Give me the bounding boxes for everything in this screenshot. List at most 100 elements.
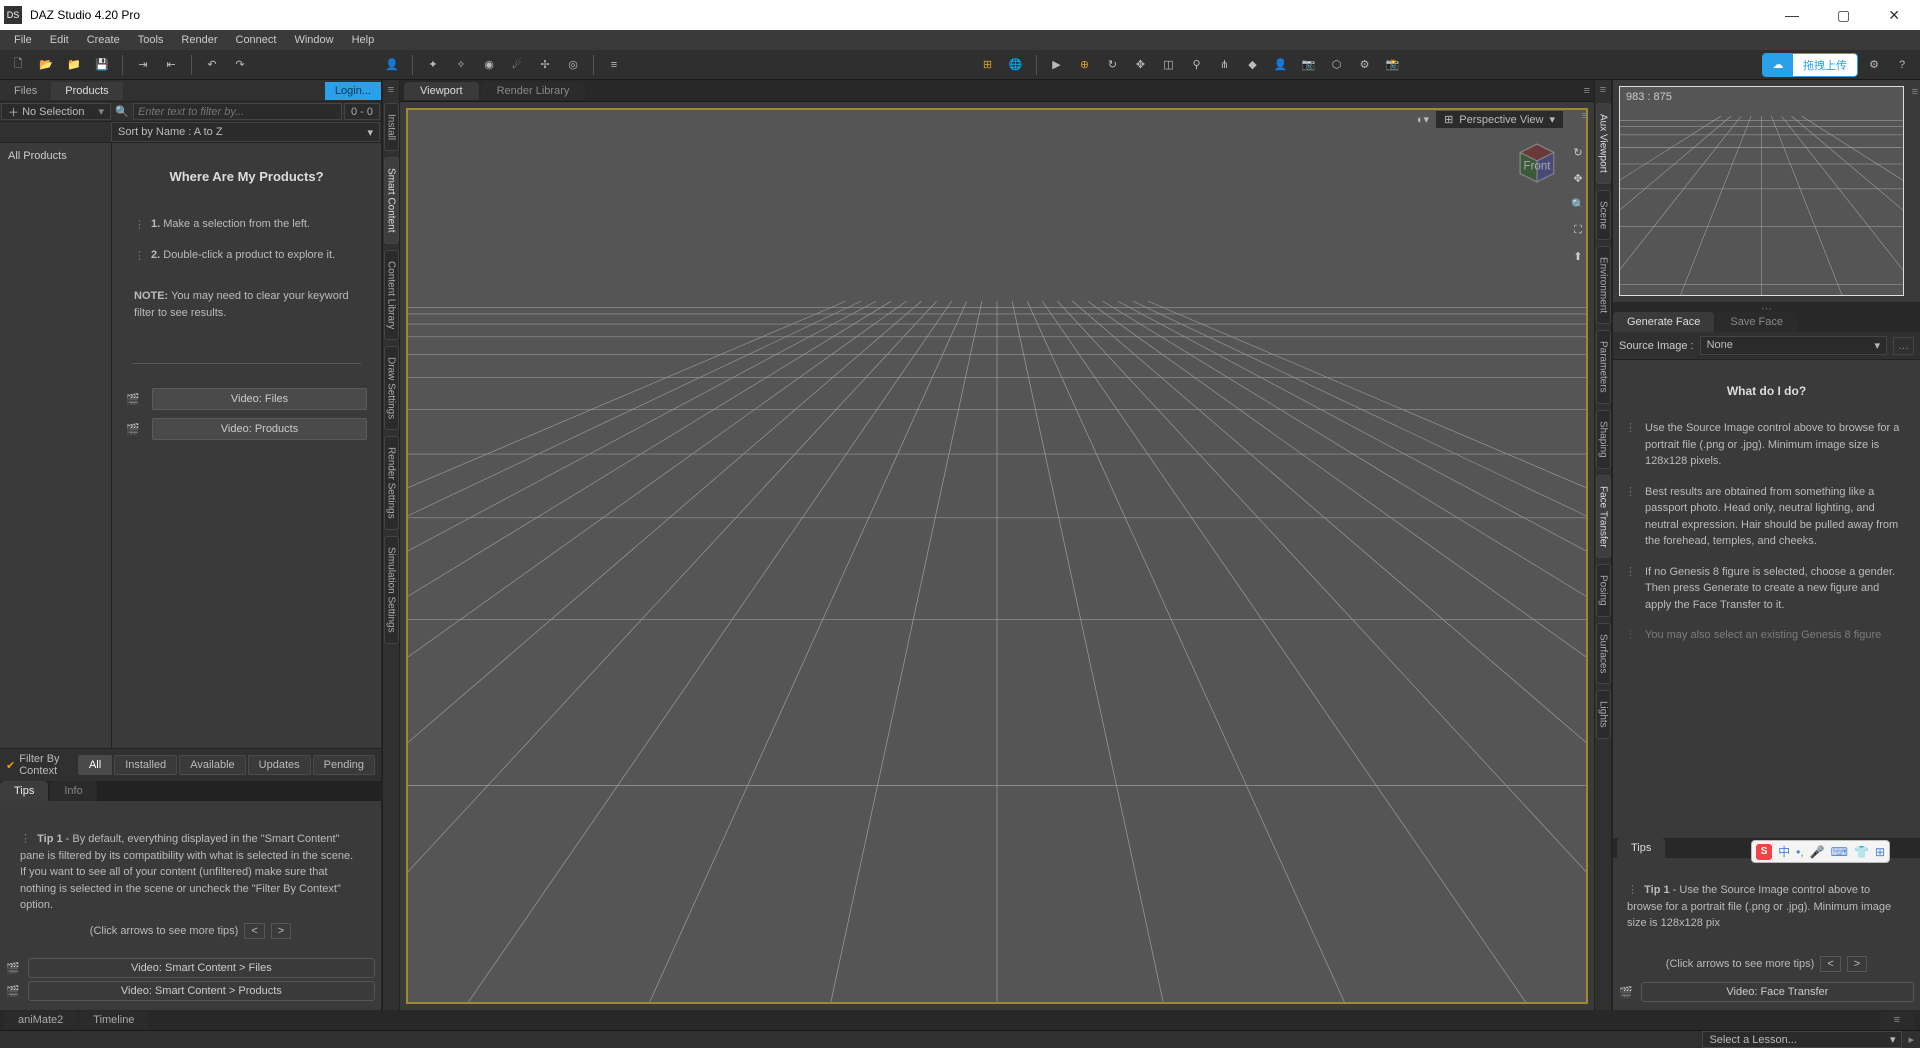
figure-icon[interactable]: 👤	[380, 53, 404, 77]
menu-file[interactable]: File	[6, 32, 40, 48]
frame-icon[interactable]: ⛶	[1568, 220, 1588, 240]
grid-snap-icon[interactable]: ⊞	[976, 53, 1000, 77]
pointer-tool-icon[interactable]: ▶	[1045, 53, 1069, 77]
pan-icon[interactable]: ✥	[1568, 168, 1588, 188]
scale-tool-icon[interactable]: ◫	[1157, 53, 1181, 77]
camera-view-dropdown[interactable]: ⊞ Perspective View ▾	[1435, 110, 1564, 129]
viewport-menu-icon[interactable]: ≡	[1582, 110, 1588, 122]
surface-tool-icon[interactable]: ◆	[1241, 53, 1265, 77]
joint-tool-icon[interactable]: ⚙	[1353, 53, 1377, 77]
pose-tool-icon[interactable]: ⚲	[1185, 53, 1209, 77]
rail-smart-content[interactable]: Smart Content	[384, 157, 399, 243]
hamburger-icon[interactable]: ≡	[1910, 80, 1920, 104]
pointlight-icon[interactable]: ◉	[477, 53, 501, 77]
rotate-tool-icon[interactable]: ↻	[1101, 53, 1125, 77]
menu-create[interactable]: Create	[79, 32, 128, 48]
rail-surfaces[interactable]: Surfaces	[1596, 623, 1611, 684]
rail-draw-settings[interactable]: Draw Settings	[384, 346, 399, 430]
filter-pending[interactable]: Pending	[313, 755, 375, 775]
rail-environment[interactable]: Environment	[1596, 246, 1611, 324]
rail-aux-viewport[interactable]: Aux Viewport	[1596, 103, 1611, 184]
undo-icon[interactable]: ↶	[200, 53, 224, 77]
menu-tools[interactable]: Tools	[130, 32, 172, 48]
ime-toolbox-icon[interactable]: ⊞	[1875, 845, 1885, 859]
tab-files[interactable]: Files	[0, 82, 51, 100]
save-file-icon[interactable]: 💾	[90, 53, 114, 77]
hamburger-icon[interactable]: ≡	[1584, 85, 1590, 97]
menu-help[interactable]: Help	[344, 32, 383, 48]
right-tips-tab[interactable]: Tips	[1617, 838, 1665, 858]
sort-dropdown[interactable]: Sort by Name : A to Z ▾	[111, 122, 380, 142]
merge-file-icon[interactable]: 📁	[62, 53, 86, 77]
rail-render-settings[interactable]: Render Settings	[384, 436, 399, 530]
video-smart-files-button[interactable]: Video: Smart Content > Files	[28, 958, 375, 978]
import-icon[interactable]: ⇥	[131, 53, 155, 77]
ime-toolbar[interactable]: S 中 •, 🎤 ⌨ 👕 ⊞	[1751, 840, 1890, 863]
settings-gear-icon[interactable]: ⚙	[1862, 53, 1886, 77]
active-tool-icon[interactable]: ⊕	[1073, 53, 1097, 77]
ime-lang[interactable]: 中	[1778, 843, 1790, 860]
hamburger-icon[interactable]: ≡	[1880, 1011, 1914, 1029]
menu-window[interactable]: Window	[286, 32, 341, 48]
rtips-next-button[interactable]: >	[1847, 956, 1867, 972]
menu-render[interactable]: Render	[173, 32, 225, 48]
render-icon[interactable]: 📸	[1381, 53, 1405, 77]
source-image-dropdown[interactable]: None▾	[1700, 336, 1887, 355]
tips-prev-button[interactable]: <	[244, 923, 264, 939]
browse-button[interactable]: …	[1893, 337, 1914, 355]
tab-animate2[interactable]: aniMate2	[4, 1011, 77, 1029]
lesson-dropdown[interactable]: Select a Lesson...▾	[1702, 1031, 1902, 1048]
rail-shaping[interactable]: Shaping	[1596, 410, 1611, 469]
spotlight-icon[interactable]: ✧	[449, 53, 473, 77]
rail-posing[interactable]: Posing	[1596, 564, 1611, 617]
drawstyle-icon[interactable]: ◐▾	[1417, 113, 1429, 126]
ime-punct-icon[interactable]: •,	[1796, 845, 1804, 859]
minimize-button[interactable]: —	[1775, 3, 1809, 28]
tips-next-button[interactable]: >	[271, 923, 291, 939]
login-button[interactable]: Login...	[325, 82, 381, 100]
tab-render-library[interactable]: Render Library	[481, 82, 586, 100]
panel-divider[interactable]: ⋯	[1613, 302, 1920, 312]
ime-skin-icon[interactable]: 👕	[1854, 845, 1869, 859]
filter-updates[interactable]: Updates	[248, 755, 311, 775]
globe-icon[interactable]: 🌐	[1004, 53, 1028, 77]
lesson-next-icon[interactable]: ▸	[1908, 1033, 1914, 1046]
light-icon[interactable]: ✦	[421, 53, 445, 77]
close-button[interactable]: ✕	[1878, 3, 1910, 28]
spot-render-icon[interactable]: 📷	[1297, 53, 1321, 77]
rail-simulation-settings[interactable]: Simulation Settings	[384, 536, 399, 644]
hamburger-icon[interactable]: ≡	[1600, 80, 1606, 100]
selection-dropdown[interactable]: ＋ No Selection ▾	[1, 103, 111, 120]
tab-products[interactable]: Products	[51, 82, 122, 100]
menu-connect[interactable]: Connect	[228, 32, 285, 48]
video-smart-products-button[interactable]: Video: Smart Content > Products	[28, 981, 375, 1001]
tab-tips[interactable]: Tips	[0, 781, 48, 801]
filter-all[interactable]: All	[78, 755, 112, 775]
geometry-tool-icon[interactable]: ⬡	[1325, 53, 1349, 77]
main-viewport[interactable]	[406, 108, 1588, 1004]
tab-viewport[interactable]: Viewport	[404, 82, 479, 100]
video-face-transfer-button[interactable]: Video: Face Transfer	[1641, 982, 1914, 1002]
reset-view-icon[interactable]: ⬆	[1568, 246, 1588, 266]
cloud-upload-button[interactable]: ☁ 拖拽上传	[1762, 53, 1858, 77]
translate-tool-icon[interactable]: ✥	[1129, 53, 1153, 77]
distantlight-icon[interactable]: ☄	[505, 53, 529, 77]
filter-available[interactable]: Available	[179, 755, 245, 775]
menu-edit[interactable]: Edit	[42, 32, 77, 48]
export-icon[interactable]: ⇤	[159, 53, 183, 77]
region-nav-icon[interactable]: 👤	[1269, 53, 1293, 77]
help-icon[interactable]: ?	[1890, 53, 1914, 77]
view-cube[interactable]: Front	[1516, 142, 1558, 184]
aux-viewport[interactable]: 983 : 875	[1619, 86, 1904, 296]
linearlight-icon[interactable]: ✢	[533, 53, 557, 77]
rtips-prev-button[interactable]: <	[1820, 956, 1840, 972]
redo-icon[interactable]: ↷	[228, 53, 252, 77]
camera-create-icon[interactable]: ◎	[561, 53, 585, 77]
new-file-icon[interactable]: 🗋	[6, 53, 30, 77]
bone-tool-icon[interactable]: ⋔	[1213, 53, 1237, 77]
maximize-button[interactable]: ▢	[1827, 3, 1860, 28]
rail-lights[interactable]: Lights	[1596, 690, 1611, 739]
filter-search-input[interactable]	[133, 103, 342, 120]
tab-info[interactable]: Info	[50, 781, 96, 801]
dolly-icon[interactable]: 🔍	[1568, 194, 1588, 214]
